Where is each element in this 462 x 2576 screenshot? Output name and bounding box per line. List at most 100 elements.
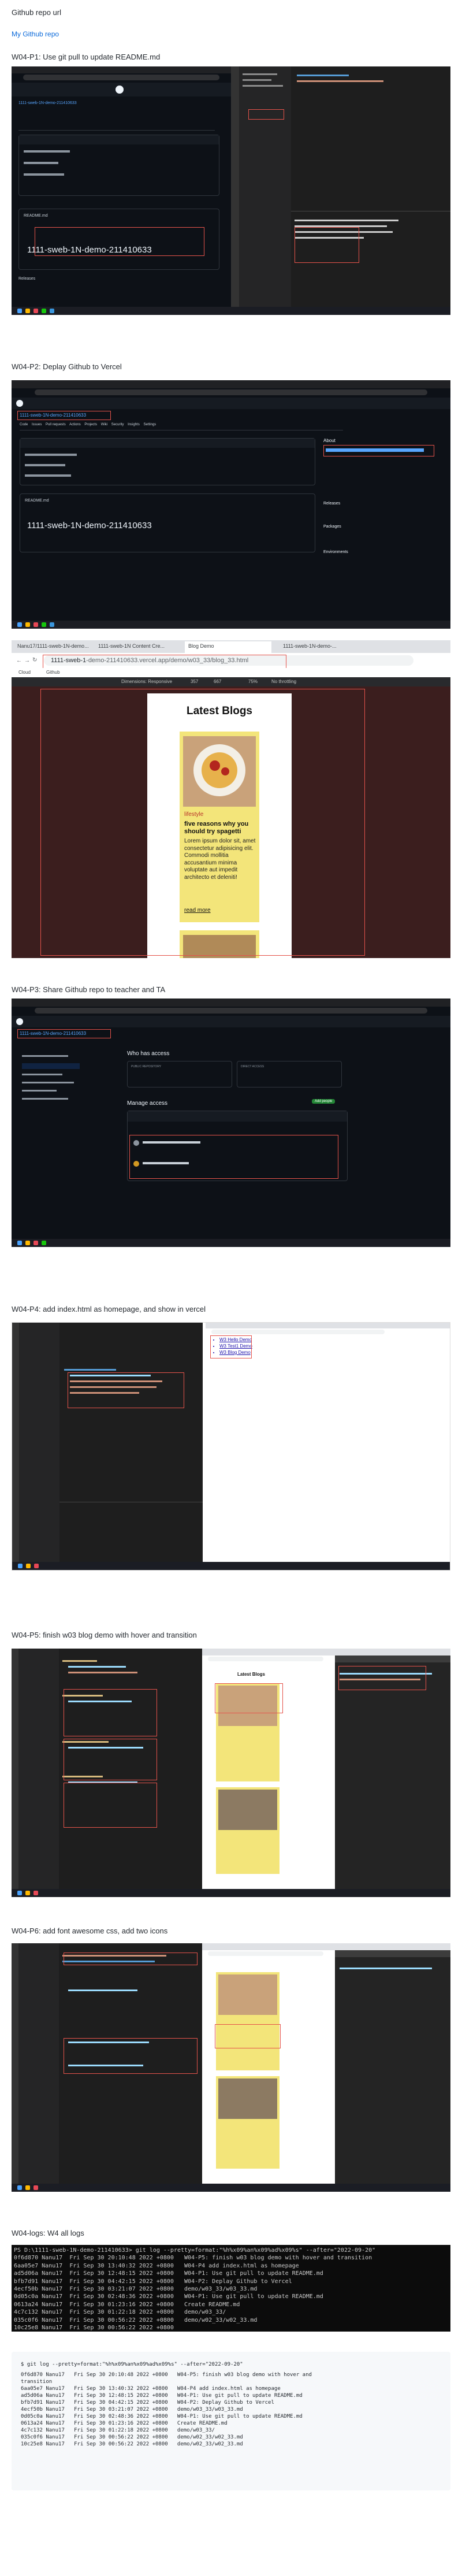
log-line: 0f6d870 Nanu17 Fri Sep 30 20:10:48 2022 … [14,2255,372,2262]
explorer-panel [18,1649,59,1889]
github-logo-icon[interactable] [16,400,23,407]
device-toolbar: Dimensions: Responsive 357 667 75% No th… [12,677,450,686]
highlight-url [43,655,286,669]
screenshot-p5: Latest Blogs [12,1649,450,1897]
code-line: 035c0f6 Nanu17 Fri Sep 30 00:56:22 2022 … [21,2434,243,2440]
highlight-repo-title [17,411,111,420]
highlight-index-links [210,1335,252,1358]
address-bar[interactable] [211,1330,385,1334]
highlight-css-2 [64,1739,157,1780]
address-bar[interactable] [35,389,427,395]
browser-tab-3[interactable]: Blog Demo [185,641,271,653]
repo-tabs: Code Issues Pull requests Actions Projec… [20,423,343,430]
back-icon[interactable]: ← [16,658,22,664]
log-line: 0613a24 Nanu17 Fri Sep 30 01:23:16 2022 … [14,2301,240,2308]
tab-actions[interactable]: Actions [69,423,81,426]
tab-projects[interactable]: Projects [84,423,97,426]
github-header [12,1016,450,1027]
tab-issues[interactable]: Issues [32,423,42,426]
code-line: 4ecf50b Nanu17 Fri Sep 30 03:21:07 2022 … [21,2407,243,2412]
browser-tabbar [202,1649,450,1656]
packages-label: Packages [323,525,341,529]
section-title-p6: W04-P6: add font awesome css, add two ic… [12,1927,168,1935]
screenshot-p6 [12,1943,450,2192]
bookmark-cloud[interactable]: Cloud [18,670,31,675]
taskbar [12,621,450,629]
direct-access-label: DIRECT ACCESS [241,1065,264,1068]
highlight-vercel-link [323,445,434,456]
taskbar [12,1562,450,1570]
devtools-panel [335,1950,450,2184]
about-label: About [323,438,336,443]
code-command: $ git log --pretty=format:"%h%x09%an%x09… [21,2362,243,2367]
screenshot-p4: W3 Hello Demo W3 Test1 Demo W3 Blog Demo [12,1322,450,1571]
device-zoom[interactable]: 75% [248,679,258,684]
browser-tab-1[interactable]: Nanu17/1111-sweb-1N-demo... [17,643,92,649]
about-sidebar: About Releases Packages Environments [323,438,439,611]
blog-preview [214,1966,289,2174]
address-bar[interactable] [35,1008,427,1014]
repo-title-small[interactable]: 1111-sweb-1N-demo-211410633 [18,101,77,105]
repo-link[interactable]: My Github repo [12,30,59,38]
environments-label: Environments [323,550,348,554]
highlight-fontawesome-link [64,1953,198,1965]
screenshot-vercel: Nanu17/1111-sweb-1N-demo... 1111-sweb-1N… [12,640,450,958]
github-logo-icon[interactable] [16,1018,23,1025]
browser-tabbar: Nanu17/1111-sweb-1N-demo... 1111-sweb-1N… [12,640,450,653]
tab-pulls[interactable]: Pull requests [46,423,66,426]
code-block-log: $ git log --pretty=format:"%h%x09%an%x09… [12,2352,450,2490]
address-bar[interactable] [208,1951,323,1956]
blog-card-2 [216,1787,280,1874]
section-title-logs: W04-logs: W4 all logs [12,2229,84,2237]
code-line: bfb7d91 Nanu17 Fri Sep 30 04:42:15 2022 … [21,2400,274,2406]
code-line: 0f6d870 Nanu17 Fri Sep 30 20:10:48 2022 … [21,2372,312,2378]
readme-label: README.md [24,214,48,218]
address-bar[interactable] [208,1657,323,1661]
repo-tabs [18,124,215,131]
file-list [20,438,315,485]
browser-tabbar [12,380,450,388]
code-line: 0d05c0a Nanu17 Fri Sep 30 02:48:36 2022 … [21,2414,303,2419]
section-title-p5: W04-P5: finish w03 blog demo with hover … [12,1631,197,1639]
tab-insights[interactable]: Insights [128,423,140,426]
code-line: 0613a24 Nanu17 Fri Sep 30 01:23:16 2022 … [21,2421,228,2426]
browser-tab-4[interactable]: 1111-sweb-1N-demo-... [283,643,364,649]
tab-security[interactable]: Security [111,423,124,426]
code-lines: 0f6d870 Nanu17 Fri Sep 30 20:10:48 2022 … [21,2371,312,2448]
tab-wiki[interactable]: Wiki [101,423,107,426]
browser-tab-2[interactable]: 1111-sweb-1N Content Cre... [98,643,173,649]
repo-heading: Github repo url [12,8,61,17]
add-people-button[interactable]: Add people [312,1099,336,1104]
vscode-window [12,1649,202,1889]
terminal-panel [59,1502,203,1560]
browser-window: W3 Hello Demo W3 Test1 Demo W3 Blog Demo [206,1323,450,1563]
log-line: 035c0f6 Nanu17 Fri Sep 30 00:56:22 2022 … [14,2317,258,2323]
tab-settings[interactable]: Settings [144,423,157,426]
device-width[interactable]: 357 [191,679,198,684]
highlight-blog [40,689,365,956]
code-line: ad5d06a Nanu17 Fri Sep 30 12:48:15 2022 … [21,2393,303,2399]
log-lines: 0f6d870 Nanu17 Fri Sep 30 20:10:48 2022 … [12,2254,450,2332]
activity-bar [12,1943,18,2184]
highlight-css-1 [64,1689,157,1736]
forward-icon[interactable]: → [24,658,30,664]
screenshot-p3: 1111-sweb-1N-demo-211410633 Who has acce… [12,999,450,1247]
code-line: 6aa05e7 Nanu17 Fri Sep 30 13:40:32 2022 … [21,2386,281,2392]
log-line: 10c25e8 Nanu17 Fri Sep 30 00:56:22 2022 … [14,2325,174,2332]
tab-code[interactable]: Code [20,423,28,426]
browser-tabbar [202,1943,450,1950]
bookmark-github[interactable]: Github [46,670,60,675]
readme-box: README.md 1111-sweb-1N-demo-211410633 [20,493,315,552]
log-line: ad5d06a Nanu17 Fri Sep 30 12:48:15 2022 … [14,2270,323,2277]
access-public-box: PUBLIC REPOSITORY [127,1061,232,1087]
reload-icon[interactable]: ↻ [32,657,37,663]
taskbar [12,1889,450,1897]
device-throttle[interactable]: No throttling [271,679,296,684]
highlight-readme [35,227,204,256]
highlight-repo-title [17,1029,111,1038]
github-logo-icon[interactable] [116,86,124,94]
device-height[interactable]: 667 [214,679,221,684]
file-list [18,135,219,196]
address-bar[interactable] [23,75,219,80]
device-dimensions[interactable]: Dimensions: Responsive [121,679,172,684]
